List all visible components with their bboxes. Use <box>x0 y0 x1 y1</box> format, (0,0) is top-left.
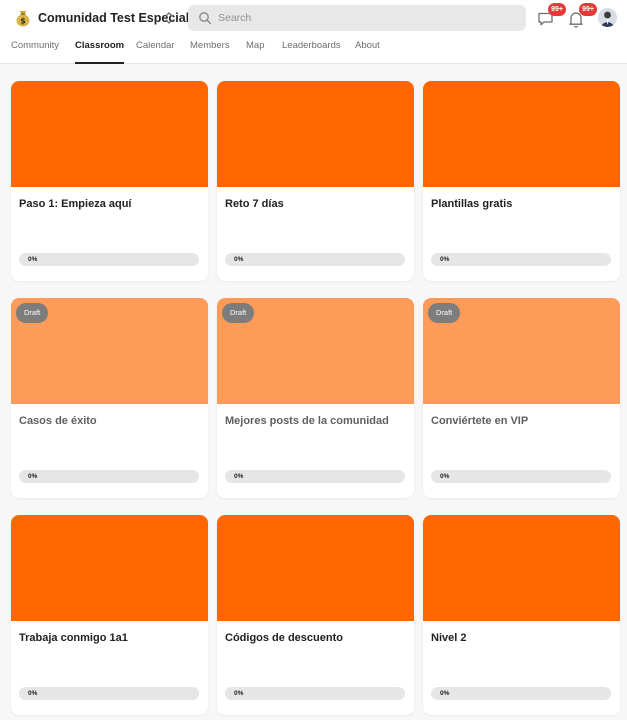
course-title: Paso 1: Empieza aquí <box>19 198 132 210</box>
course-cover <box>217 81 414 187</box>
course-cover <box>423 515 620 621</box>
course-card[interactable]: Reto 7 días 0% <box>217 81 414 281</box>
course-title: Nivel 2 <box>431 632 467 644</box>
course-card[interactable]: Trabaja conmigo 1a1 0% <box>11 515 208 715</box>
chat-badge: 99+ <box>548 3 566 16</box>
course-card[interactable]: Paso 1: Empieza aquí 0% <box>11 81 208 281</box>
tab-members[interactable]: Members <box>190 40 230 64</box>
course-title: Conviértete en VIP <box>431 415 529 427</box>
progress-bar: 0% <box>19 470 199 483</box>
search-icon <box>199 12 212 25</box>
svg-text:$: $ <box>20 17 26 26</box>
course-title: Casos de éxito <box>19 415 97 427</box>
draft-badge: Draft <box>222 303 255 323</box>
tab-classroom[interactable]: Classroom <box>75 40 125 64</box>
search-input[interactable] <box>218 8 514 28</box>
chevron-up-down-icon[interactable] <box>162 9 176 27</box>
course-card[interactable]: Plantillas gratis 0% <box>423 81 620 281</box>
progress-label: 0% <box>440 256 450 263</box>
progress-bar: 0% <box>225 687 405 700</box>
progress-label: 0% <box>28 256 38 263</box>
main-nav: Community Classroom Calendar Members Map… <box>0 36 627 64</box>
course-cover <box>217 515 414 621</box>
progress-bar: 0% <box>431 253 611 266</box>
progress-label: 0% <box>234 256 244 263</box>
progress-bar: 0% <box>431 470 611 483</box>
draft-badge: Draft <box>428 303 461 323</box>
course-title: Trabaja conmigo 1a1 <box>19 632 128 644</box>
progress-label: 0% <box>440 690 450 697</box>
course-title: Mejores posts de la comunidad <box>225 415 389 427</box>
course-title: Reto 7 días <box>225 198 284 210</box>
tab-map[interactable]: Map <box>246 40 264 64</box>
progress-label: 0% <box>28 690 38 697</box>
course-cover <box>11 81 208 187</box>
top-header: $ Comunidad Test Especial 99+ 99+ Commun… <box>0 0 627 64</box>
course-cover <box>11 515 208 621</box>
progress-bar: 0% <box>225 470 405 483</box>
progress-label: 0% <box>28 473 38 480</box>
course-title: Plantillas gratis <box>431 198 513 210</box>
course-card[interactable]: Nivel 2 0% <box>423 515 620 715</box>
course-card-draft[interactable]: Draft Conviértete en VIP 0% <box>423 298 620 498</box>
progress-bar: 0% <box>19 687 199 700</box>
progress-bar: 0% <box>431 687 611 700</box>
search-bar[interactable] <box>188 5 526 31</box>
tab-leaderboards[interactable]: Leaderboards <box>282 40 341 64</box>
draft-badge: Draft <box>16 303 49 323</box>
user-avatar[interactable] <box>598 8 617 27</box>
notifications-badge: 99+ <box>579 3 597 16</box>
course-card-draft[interactable]: Draft Casos de éxito 0% <box>11 298 208 498</box>
money-bag-icon[interactable]: $ <box>14 9 32 27</box>
progress-bar: 0% <box>225 253 405 266</box>
progress-bar: 0% <box>19 253 199 266</box>
course-title: Códigos de descuento <box>225 632 343 644</box>
progress-label: 0% <box>234 473 244 480</box>
tab-calendar[interactable]: Calendar <box>136 40 175 64</box>
tab-about[interactable]: About <box>355 40 380 64</box>
tab-community[interactable]: Community <box>11 40 59 64</box>
course-card[interactable]: Códigos de descuento 0% <box>217 515 414 715</box>
course-cover <box>423 81 620 187</box>
course-card-draft[interactable]: Draft Mejores posts de la comunidad 0% <box>217 298 414 498</box>
progress-label: 0% <box>440 473 450 480</box>
progress-label: 0% <box>234 690 244 697</box>
